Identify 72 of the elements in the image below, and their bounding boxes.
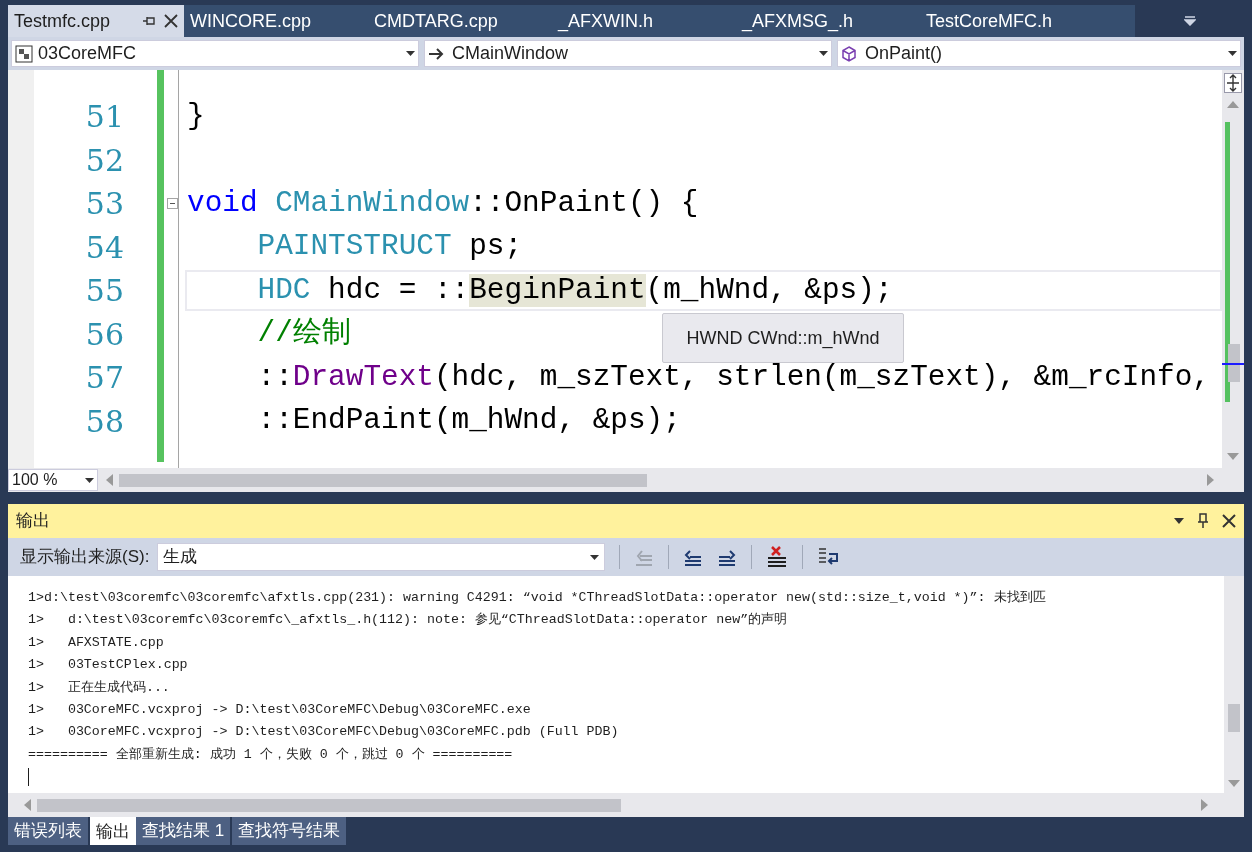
caret-icon — [406, 51, 415, 56]
tab[interactable]: _AFXMSG_.h — [736, 5, 920, 37]
scroll-thumb[interactable] — [1228, 704, 1240, 732]
code-line: } — [187, 98, 205, 135]
source-dropdown[interactable]: 生成 — [157, 543, 606, 571]
vertical-scrollbar[interactable] — [1222, 70, 1244, 468]
vertical-scrollbar[interactable] — [1224, 576, 1244, 793]
code-line: ::EndPaint(m_hWnd, &ps); — [256, 403, 681, 440]
tab[interactable]: Testmfc.cpp — [8, 5, 184, 37]
class-name: CMainWindow — [452, 42, 570, 65]
caret-icon — [819, 51, 828, 56]
line-number: 54 — [84, 228, 125, 267]
line-number: 58 — [84, 402, 125, 441]
class-dropdown[interactable]: CMainWindow — [424, 40, 832, 67]
line-number: 53 — [84, 185, 125, 223]
zoom-level: 100 % — [12, 470, 59, 490]
collapse-icon[interactable] — [167, 198, 178, 209]
output-line: 1> d:\test\03coremfc\03coremfc\_afxtls_.h(112): note: 参见“CThreadSlotData::operator new”的声明 — [28, 611, 789, 630]
line-number: 55 — [84, 272, 125, 310]
line-number: 56 — [84, 315, 125, 354]
line-number: 52 — [84, 141, 125, 180]
text-cursor — [28, 768, 29, 787]
tab[interactable]: 查找结果 1 — [136, 817, 231, 845]
line-number: 57 — [84, 359, 125, 397]
close-icon[interactable] — [1222, 514, 1236, 528]
project-name: 03CoreMFC — [38, 42, 138, 65]
zoom-dropdown[interactable]: 100 % — [8, 469, 98, 491]
output-line: 1> 正在生成代码... — [28, 678, 171, 697]
close-icon[interactable] — [164, 14, 178, 28]
project-icon — [15, 44, 33, 63]
member-name: OnPaint() — [865, 42, 944, 65]
output-line: 1> AFXSTATE.cpp — [28, 633, 165, 652]
line-number: 51 — [84, 98, 125, 136]
next-message-icon[interactable] — [717, 547, 738, 567]
dropdown-icon[interactable] — [1174, 518, 1184, 524]
scroll-thumb[interactable] — [37, 798, 621, 812]
scroll-thumb[interactable] — [1228, 344, 1240, 382]
output-line: ========== 全部重新生成: 成功 1 个，失败 0 个，跳过 0 个 ========== — [28, 745, 514, 764]
caret-icon — [85, 477, 94, 483]
code-line: PAINTSTRUCT ps; — [256, 229, 523, 266]
output-line: 1> 03TestCPlex.cpp — [28, 656, 189, 675]
output-line: 1> 03CoreMFC.vcxproj -> D:\test\03CoreMFC\Debug\03CoreMFC.exe — [28, 700, 532, 719]
clear-all-icon[interactable] — [766, 546, 789, 568]
previous-message-icon[interactable] — [683, 547, 704, 567]
cube-icon — [841, 45, 857, 62]
caret-icon — [590, 554, 600, 560]
source-value: 生成 — [163, 546, 199, 569]
source-label: 显示输出来源(S): — [20, 546, 150, 569]
output-line: 1> 03CoreMFC.vcxproj -> D:\test\03CoreMFC\Debug\03CoreMFC.pdb (Full PDB) — [28, 723, 620, 742]
tab[interactable]: CMDTARG.cpp — [368, 5, 552, 37]
tooltip: HWND CWnd::m_hWnd — [662, 313, 904, 363]
pin-icon[interactable] — [1198, 513, 1208, 529]
scroll-thumb[interactable] — [119, 473, 647, 487]
arrow-icon — [428, 46, 446, 61]
project-dropdown[interactable]: 03CoreMFC — [11, 40, 419, 67]
tab[interactable]: WINCORE.cpp — [184, 5, 368, 37]
pin-icon[interactable] — [142, 15, 156, 27]
output-line: 1>d:\test\03coremfc\03coremfc\afxtls.cpp(231): warning C4291: “void *CThreadSlotData::operator new(std::size_t,void *)”: 未找到匹 — [28, 589, 1047, 607]
code-line: //绘制 — [256, 316, 351, 353]
split-icon[interactable] — [1224, 73, 1242, 93]
tab[interactable]: 输出 — [90, 817, 136, 845]
tab[interactable]: 查找符号结果 — [232, 817, 347, 845]
tab[interactable]: _AFXWIN.h — [552, 5, 736, 37]
tab[interactable]: TestCoreMFC.h — [920, 5, 1104, 37]
member-dropdown[interactable]: OnPaint() — [837, 40, 1241, 67]
code-line: HDC hdc = ::BeginPaint(m_hWnd, &ps); — [256, 272, 893, 309]
dropdown-icon[interactable] — [1183, 16, 1196, 26]
panel-title: 输出 — [16, 510, 51, 533]
code-line: void CMainWindow::OnPaint() { — [187, 185, 699, 222]
tab[interactable]: 错误列表 — [8, 817, 88, 845]
caret-icon — [1228, 51, 1237, 56]
caret-position-marker — [1222, 363, 1244, 365]
